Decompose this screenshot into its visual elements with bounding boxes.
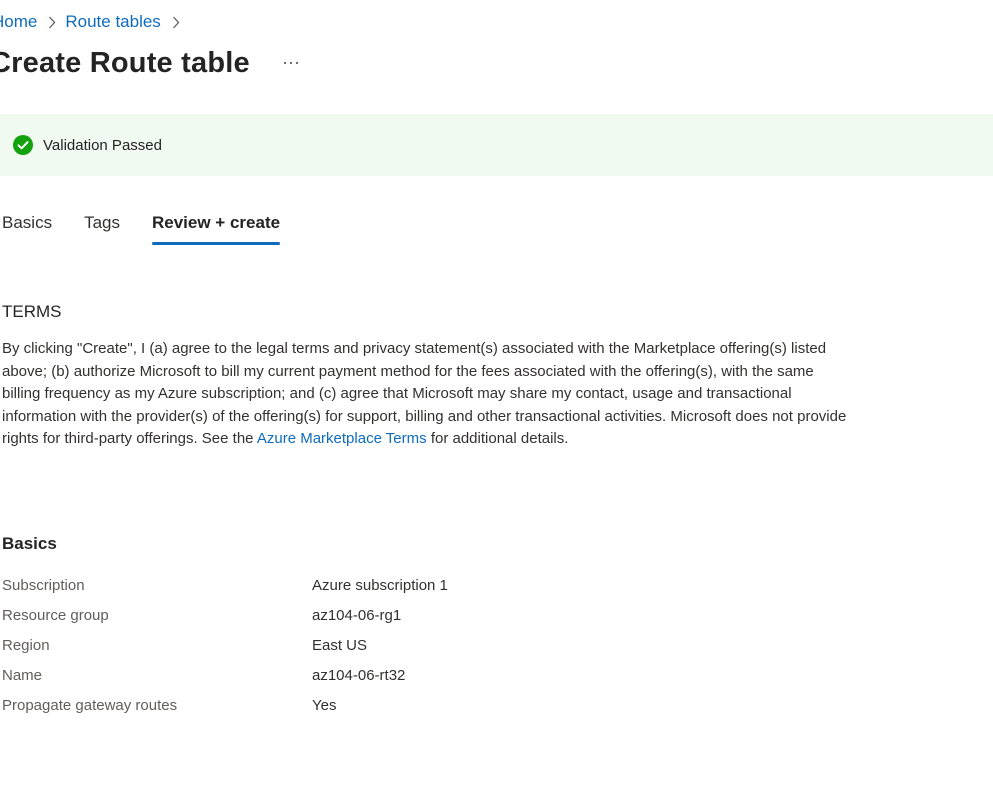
detail-row-region: Region East US (2, 630, 702, 660)
tab-tags[interactable]: Tags (84, 213, 120, 246)
detail-value: East US (312, 636, 368, 654)
validation-banner: Validation Passed (0, 114, 993, 176)
detail-label: Propagate gateway routes (2, 696, 178, 714)
page-title: Create Route table (0, 46, 250, 79)
detail-label: Name (2, 666, 43, 684)
title-row: Create Route table (0, 43, 302, 83)
detail-label: Region (2, 636, 50, 654)
azure-marketplace-terms-link[interactable]: Azure Marketplace Terms (257, 430, 427, 447)
more-options-button[interactable] (280, 52, 302, 74)
chevron-right-icon (172, 16, 180, 29)
breadcrumb-home-link[interactable]: Home (0, 12, 37, 32)
detail-value: Yes (312, 696, 337, 714)
breadcrumb-route-tables-link[interactable]: Route tables (65, 12, 160, 32)
terms-heading: TERMS (2, 302, 62, 321)
breadcrumb: Home Route tables (0, 10, 189, 34)
chevron-right-icon (48, 16, 56, 29)
detail-label: Resource group (2, 606, 109, 624)
terms-text-part: for additional details. (426, 430, 569, 447)
basics-section-heading: Basics (2, 534, 57, 553)
detail-row-propagate-gateway-routes: Propagate gateway routes Yes (2, 690, 702, 720)
detail-label: Subscription (2, 576, 85, 594)
basics-details: Subscription Azure subscription 1 Resour… (2, 570, 702, 720)
create-route-table-page: Home Route tables Create Route table Val… (0, 0, 993, 791)
detail-value: az104-06-rg1 (312, 606, 402, 624)
tab-review-create[interactable]: Review + create (152, 213, 281, 246)
detail-row-name: Name az104-06-rt32 (2, 660, 702, 690)
ellipsis-icon (283, 61, 298, 65)
tab-list: Basics Tags Review + create (2, 213, 281, 246)
checkmark-circle-icon (13, 135, 33, 155)
validation-status-text: Validation Passed (43, 136, 162, 154)
detail-value: Azure subscription 1 (312, 576, 448, 594)
detail-row-resource-group: Resource group az104-06-rg1 (2, 600, 702, 630)
detail-value: az104-06-rt32 (312, 666, 406, 684)
terms-text: By clicking "Create", I (a) agree to the… (2, 338, 852, 451)
detail-row-subscription: Subscription Azure subscription 1 (2, 570, 702, 600)
tab-basics[interactable]: Basics (2, 213, 52, 246)
